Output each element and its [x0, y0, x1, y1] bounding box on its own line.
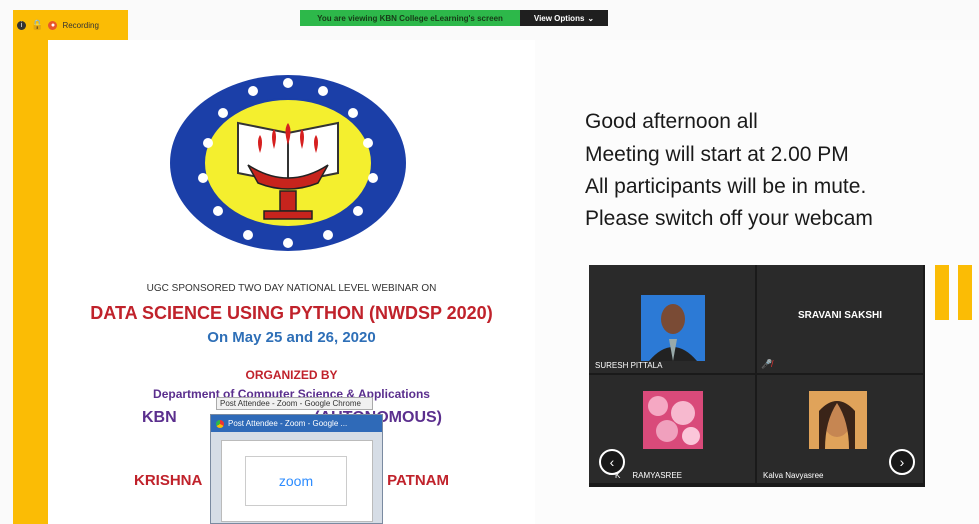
next-page-button[interactable]: › [889, 449, 915, 475]
participant-name: SURESH PITTALA [595, 361, 663, 370]
message-line-4: Please switch off your webcam [585, 207, 873, 230]
participant-photo [643, 391, 703, 449]
zoom-logo: zoom [245, 456, 347, 506]
participant-name: K RAMYASREE [615, 471, 682, 480]
message-line-3: All participants will be in mute. [585, 175, 867, 198]
message-line-1: Good afternoon all [585, 110, 758, 133]
participant-tile[interactable]: SRAVANI SAKSHI 🎤̸ [757, 265, 923, 373]
recording-icon: ● [48, 20, 58, 30]
chrome-preview-window[interactable]: Post Attendee - Zoom - Google ... zoom [210, 414, 383, 524]
participant-tile[interactable]: K RAMYASREE ‹ [589, 375, 755, 483]
meeting-status-badge: i 🔒 ● Recording [13, 10, 128, 40]
webinar-dates: On May 25 and 26, 2020 [207, 329, 376, 346]
stripe [935, 265, 949, 320]
lock-icon[interactable]: 🔒 [31, 20, 43, 31]
participant-name-center: SRAVANI SAKSHI [797, 310, 883, 321]
chrome-preview-titlebar: Post Attendee - Zoom - Google ... [211, 415, 382, 432]
participant-name: Kalva Navyasree [763, 471, 824, 480]
view-options-button[interactable]: View Options ⌄ [520, 10, 608, 26]
chevron-down-icon: ⌄ [587, 13, 595, 23]
chrome-preview-title: Post Attendee - Zoom - Google ... [228, 419, 348, 428]
organized-by-label: ORGANIZED BY [245, 368, 338, 382]
participant-photo [641, 295, 705, 361]
chrome-preview-body: zoom [221, 440, 373, 522]
window-tooltip: Post Attendee - Zoom - Google Chrome [216, 397, 373, 410]
stripe [958, 265, 972, 320]
participant-tile[interactable]: SURESH PITTALA [589, 265, 755, 373]
webinar-subtitle: UGC SPONSORED TWO DAY NATIONAL LEVEL WEB… [146, 283, 437, 294]
previous-page-button[interactable]: ‹ [599, 449, 625, 475]
participant-name-rest: RAMYASREE [632, 471, 682, 480]
location-left: KRISHNA [134, 472, 203, 489]
left-yellow-bar [13, 40, 48, 524]
message-line-2: Meeting will start at 2.00 PM [585, 143, 849, 166]
view-options-label: View Options [533, 13, 585, 23]
participant-tile[interactable]: Kalva Navyasree › [757, 375, 923, 483]
recording-label: Recording [62, 20, 99, 30]
participant-photo [809, 391, 867, 449]
webinar-title: DATA SCIENCE USING PYTHON (NWDSP 2020) [90, 303, 493, 323]
decorative-stripes [935, 265, 979, 320]
muted-mic-icon: 🎤̸ [761, 359, 773, 369]
location-right: PATNAM [387, 472, 449, 489]
viewing-text: You are viewing KBN College eLearning's … [300, 10, 520, 26]
viewing-banner: You are viewing KBN College eLearning's … [300, 10, 608, 26]
chrome-icon [216, 419, 224, 428]
college-logo [170, 75, 406, 251]
info-icon[interactable]: i [17, 20, 26, 30]
participant-gallery: SURESH PITTALA SRAVANI SAKSHI 🎤̸ K RAMYAS… [589, 265, 925, 487]
college-name-left: KBN [142, 409, 177, 426]
